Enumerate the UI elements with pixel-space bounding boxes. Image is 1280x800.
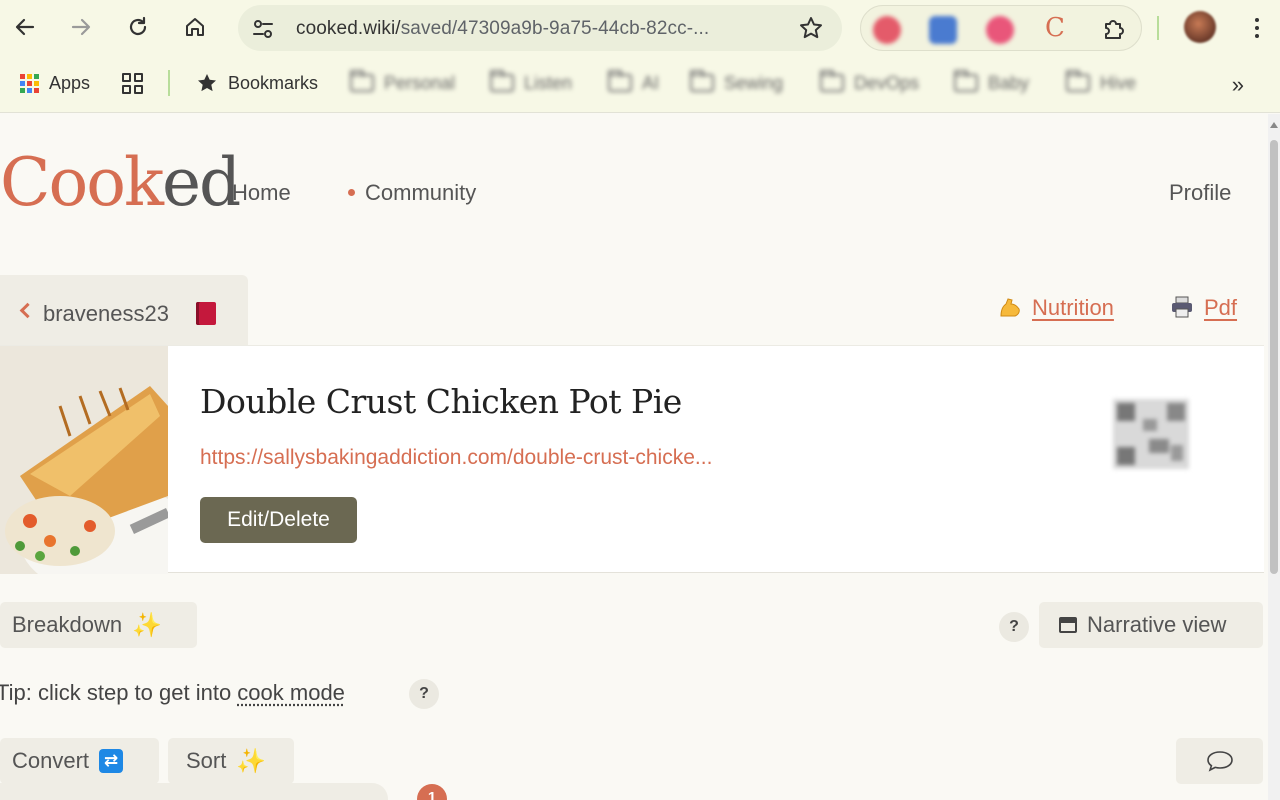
- nav-profile[interactable]: Profile: [1169, 180, 1231, 206]
- bookmark-apps[interactable]: Apps: [20, 70, 90, 96]
- nutrition-link[interactable]: Nutrition: [998, 295, 1114, 321]
- profile-avatar[interactable]: [1184, 11, 1216, 43]
- speech-bubble-icon: [1206, 751, 1233, 772]
- help-icon[interactable]: ?: [999, 612, 1029, 642]
- back-arrow-icon[interactable]: [8, 10, 42, 44]
- bookmark-folder[interactable]: DevOps: [820, 70, 919, 96]
- bookmark-folder[interactable]: Listen: [490, 70, 572, 96]
- folder-icon: [954, 70, 978, 92]
- nav-home[interactable]: Home: [232, 180, 291, 206]
- notification-dot: [348, 188, 355, 196]
- breakdown-button[interactable]: Breakdown ✨: [0, 602, 197, 648]
- convert-button[interactable]: Convert ⇄: [0, 738, 159, 784]
- recipe-title: Double Crust Chicken Pot Pie: [200, 382, 682, 421]
- bookmark-folder[interactable]: Sewing: [690, 70, 783, 96]
- reload-icon[interactable]: [121, 10, 155, 44]
- bookmarks-overflow-icon[interactable]: »: [1232, 72, 1244, 98]
- narrative-view-button[interactable]: Narrative view: [1039, 602, 1263, 648]
- folder-icon: [608, 70, 632, 92]
- folder-icon: [690, 70, 714, 92]
- recipe-photo: [0, 346, 168, 574]
- cooked-logo[interactable]: Cooked: [0, 150, 241, 216]
- site-info-icon[interactable]: [250, 16, 276, 42]
- scrollbar-thumb[interactable]: [1270, 140, 1278, 574]
- cook-mode-link[interactable]: cook mode: [237, 680, 345, 705]
- flexed-biceps-icon: [998, 296, 1022, 318]
- nav-community[interactable]: Community: [348, 180, 476, 206]
- recipe-source-link[interactable]: https://sallysbakingaddiction.com/double…: [200, 446, 712, 470]
- sparkles-icon: ✨: [132, 611, 162, 639]
- window-icon: [1059, 617, 1077, 633]
- translate-ext-icon[interactable]: [929, 16, 957, 44]
- comments-button[interactable]: [1176, 738, 1263, 784]
- bookmarks-divider: [168, 70, 170, 96]
- edit-delete-button[interactable]: Edit/Delete: [200, 497, 357, 543]
- browser-chrome: cooked.wiki/saved/47309a9b-9a75-44cb-82c…: [0, 0, 1280, 113]
- forward-arrow-icon[interactable]: [64, 10, 98, 44]
- sort-button[interactable]: Sort ✨: [168, 738, 294, 784]
- puzzle-icon[interactable]: [1101, 16, 1127, 47]
- scroll-up-icon[interactable]: [1270, 122, 1278, 128]
- cooked-ext-icon[interactable]: C: [1045, 13, 1065, 43]
- bookmark-star-icon[interactable]: [798, 15, 824, 46]
- extensions-group: C: [860, 5, 1142, 51]
- convert-arrows-icon: ⇄: [99, 749, 124, 773]
- red-ext-icon[interactable]: [873, 16, 901, 44]
- pink-ext-icon[interactable]: [986, 16, 1014, 44]
- bookmark-folder[interactable]: Baby: [954, 70, 1029, 96]
- back-to-user-tab[interactable]: braveness23: [0, 275, 248, 345]
- cook-mode-tip: Tip: click step to get into cook mode: [0, 680, 345, 705]
- tip-help-icon[interactable]: ?: [409, 679, 439, 709]
- page-scrollbar[interactable]: [1268, 114, 1280, 800]
- book-icon: [196, 302, 216, 325]
- pdf-link[interactable]: Pdf: [1170, 295, 1237, 321]
- bookmark-folder[interactable]: Hive: [1066, 70, 1136, 96]
- bookmark-folder[interactable]: Personal: [350, 70, 455, 96]
- chevron-left-icon: [19, 302, 36, 319]
- step-count-badge: 1: [417, 784, 447, 800]
- apps-grid-icon: [20, 73, 39, 93]
- bookmarks-bar: Apps Bookmarks Personal Listen AI Sewing…: [0, 62, 1280, 104]
- bookmark-bookmarks[interactable]: Bookmarks: [196, 70, 318, 96]
- folder-icon: [820, 70, 844, 92]
- home-icon[interactable]: [178, 10, 212, 44]
- printer-icon: [1170, 296, 1194, 318]
- step-list-header[interactable]: [0, 783, 388, 800]
- back-user-name: braveness23: [43, 301, 169, 326]
- address-bar[interactable]: cooked.wiki/saved/47309a9b-9a75-44cb-82c…: [238, 5, 842, 51]
- url-text: cooked.wiki/saved/47309a9b-9a75-44cb-82c…: [296, 18, 710, 39]
- browser-menu-icon[interactable]: [1245, 12, 1269, 44]
- bookmark-folder[interactable]: AI: [608, 70, 659, 96]
- apps-label: Apps: [49, 72, 91, 93]
- star-filled-icon: [198, 74, 216, 92]
- folder-icon: [490, 70, 514, 92]
- toolbar-divider: [1157, 16, 1159, 40]
- folder-icon: [1066, 70, 1090, 92]
- qr-code[interactable]: [1113, 399, 1189, 469]
- sparkles-icon: ✨: [236, 747, 267, 775]
- recipe-card: Double Crust Chicken Pot Pie https://sal…: [0, 345, 1264, 574]
- tab-groups-icon[interactable]: [122, 70, 143, 96]
- folder-icon: [350, 70, 374, 92]
